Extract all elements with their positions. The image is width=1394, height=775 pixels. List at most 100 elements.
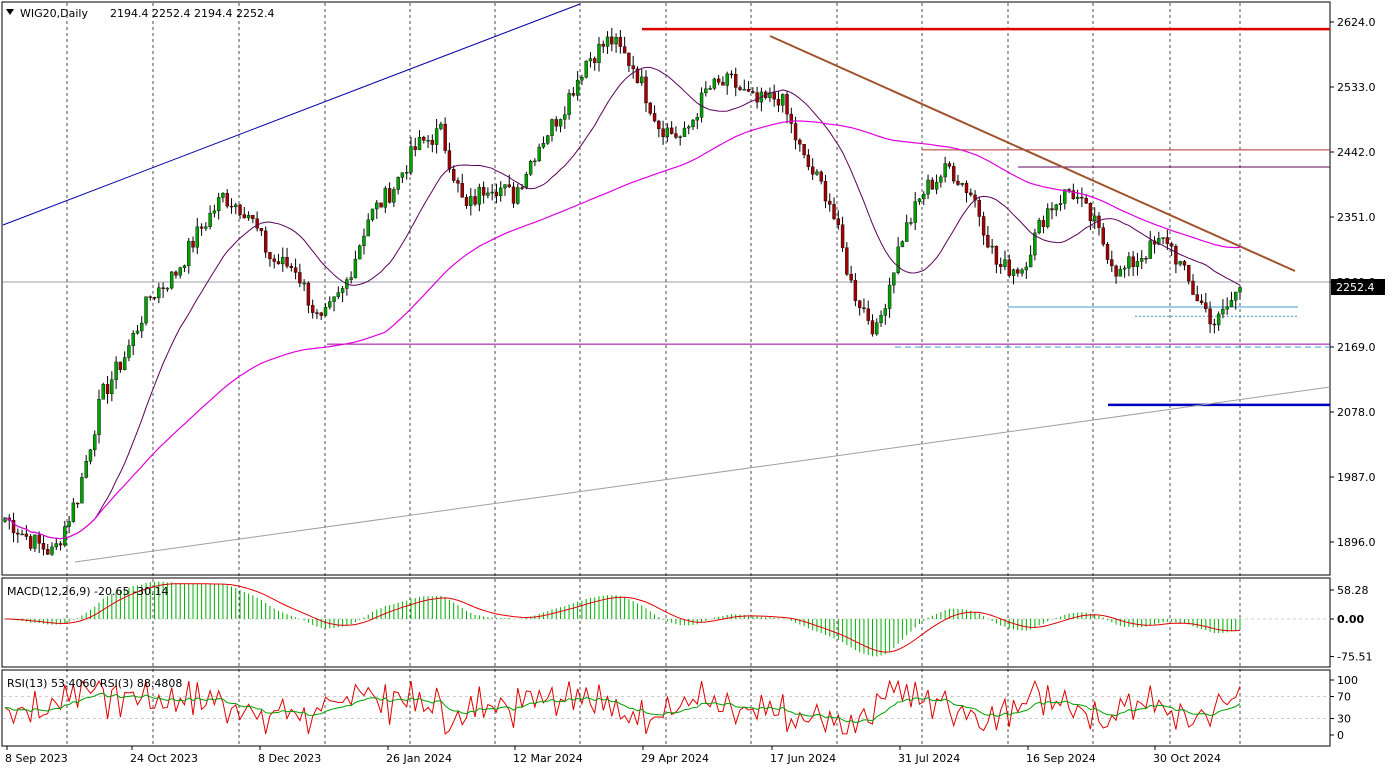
candle-body	[550, 119, 554, 136]
candle-body	[567, 93, 571, 115]
candle-body	[413, 146, 417, 150]
candle-body	[1075, 196, 1080, 199]
time-label: 29 Apr 2024	[641, 752, 709, 765]
candle-body	[845, 247, 849, 275]
price-tick-label: 2351.0	[1337, 211, 1376, 224]
candle-body	[332, 296, 336, 302]
candle-body	[708, 88, 712, 90]
candle-body	[1041, 220, 1046, 227]
candle-body	[310, 305, 315, 313]
time-label: 12 Mar 2024	[513, 752, 583, 765]
candle-body	[1135, 261, 1140, 267]
candle-body	[306, 282, 311, 306]
candle-body	[276, 261, 281, 265]
candle-body	[148, 296, 152, 298]
candle-body	[20, 533, 24, 536]
candle-body	[507, 184, 511, 188]
candle-body	[1028, 254, 1033, 268]
candle-body	[481, 186, 486, 196]
candle-body	[298, 272, 302, 284]
candle-body	[857, 300, 862, 308]
candle-body	[904, 222, 909, 242]
candle-body	[1178, 261, 1182, 265]
candle-body	[1216, 313, 1221, 326]
candle-body	[259, 228, 264, 232]
candle-body	[67, 521, 71, 527]
candle-body	[1182, 261, 1187, 266]
candle-body	[887, 284, 892, 309]
candle-body	[1212, 323, 1217, 326]
candle-body	[1063, 189, 1067, 204]
candle-body	[815, 171, 819, 175]
rsi-indicator: 100 70 30 0	[3, 674, 1358, 742]
candle-body	[597, 43, 601, 64]
candle-body	[836, 218, 841, 225]
candle-body	[370, 208, 375, 221]
candle-body	[789, 113, 793, 124]
candle-body	[644, 76, 648, 104]
moving-averages	[4, 66, 1241, 540]
candle-body	[657, 120, 661, 129]
time-label: 26 Jan 2024	[386, 752, 452, 765]
candle-body	[947, 163, 952, 167]
candle-body	[729, 73, 734, 76]
candle-body	[1127, 256, 1131, 269]
candle-body	[362, 235, 366, 246]
candle-body	[366, 219, 370, 237]
candle-body	[439, 123, 443, 129]
candle-body	[187, 240, 191, 266]
candle-body	[50, 546, 54, 555]
candle-body	[1187, 265, 1191, 282]
candle-body	[452, 169, 456, 181]
candle-body	[165, 287, 170, 290]
symbol-dropdown-icon[interactable]	[6, 9, 14, 15]
candle-body	[1088, 203, 1093, 222]
candle-body	[24, 533, 29, 537]
candle-body	[546, 135, 550, 144]
candle-body	[1045, 208, 1050, 227]
candle-body	[84, 461, 88, 478]
candle-body	[806, 154, 811, 168]
candle-body	[460, 183, 464, 198]
candle-body	[319, 312, 323, 316]
candle-body	[340, 288, 345, 293]
candle-body	[939, 176, 943, 183]
chart-svg[interactable]: 58.28 0.00 -75.51 100 70 30 0 1896.0 1987.0 207…	[0, 0, 1394, 771]
candle-body	[554, 119, 558, 127]
candle-body	[661, 128, 665, 137]
last-price-text: 2252.4	[1336, 281, 1375, 294]
candle-body	[54, 543, 58, 548]
candle-body	[734, 74, 738, 88]
candle-body	[956, 180, 960, 185]
chart-window[interactable]: 58.28 0.00 -75.51 100 70 30 0 1896.0 1987.0 207…	[0, 0, 1394, 771]
candle-body	[357, 245, 362, 260]
candle-body	[140, 322, 144, 332]
candle-body	[712, 78, 717, 89]
candle-body	[678, 136, 682, 138]
candle-body	[1037, 220, 1041, 234]
candle-body	[503, 184, 507, 189]
candle-body	[691, 119, 695, 128]
rsi-tick-label: 0	[1337, 729, 1344, 742]
candle-body	[234, 204, 238, 208]
candle-body	[447, 150, 452, 170]
candle-body	[930, 179, 935, 190]
candle-body	[1067, 189, 1071, 191]
candle-body	[1140, 258, 1144, 262]
candle-body	[1011, 269, 1016, 276]
candle-body	[704, 88, 708, 94]
candle-body	[58, 543, 63, 546]
candle-body	[926, 179, 930, 195]
candle-body	[174, 271, 178, 276]
candle-body	[315, 312, 319, 314]
candle-body	[1016, 269, 1020, 274]
candle-body	[1024, 266, 1029, 271]
candle-body	[879, 315, 883, 324]
price-tick-label: 1896.0	[1337, 536, 1376, 549]
candle-body	[392, 189, 396, 203]
candle-body	[1174, 246, 1178, 265]
candle-body	[144, 296, 148, 324]
candle-body	[516, 187, 520, 204]
time-label: 31 Jul 2024	[898, 752, 960, 765]
candle-body	[725, 73, 729, 86]
